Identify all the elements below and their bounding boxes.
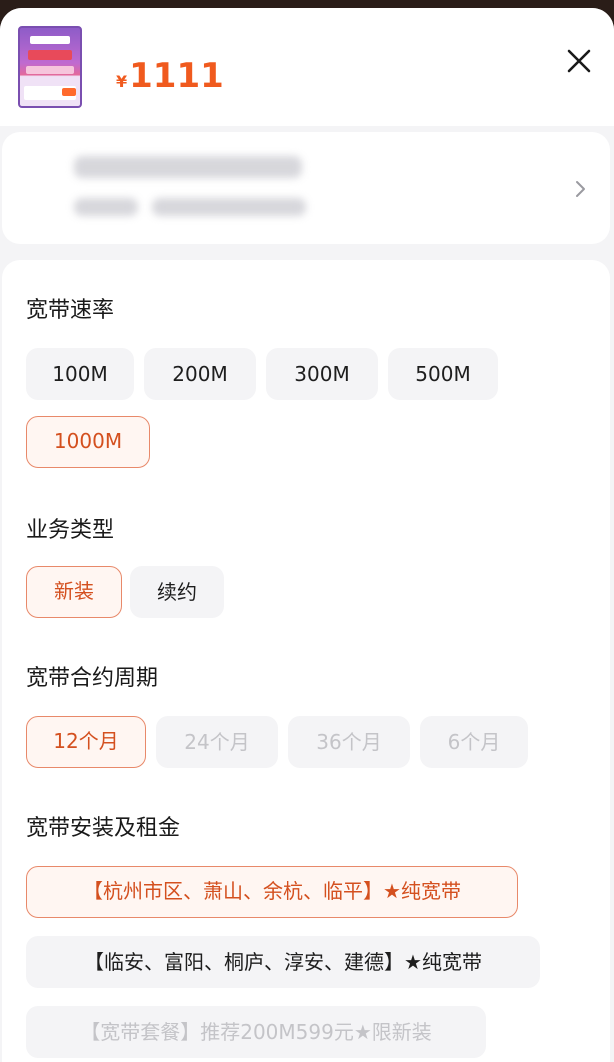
contract-option-36m[interactable]: 36个月 bbox=[288, 716, 410, 768]
chevron-right-icon bbox=[576, 181, 585, 197]
product-thumbnail bbox=[18, 26, 82, 108]
address-line-blurred bbox=[74, 156, 302, 178]
options-panel: 宽带速率 100M 200M 300M 500M 1000M 业务类型 新装 续… bbox=[2, 260, 610, 1062]
price: ¥ 1111 bbox=[116, 56, 224, 96]
speed-option-100m[interactable]: 100M bbox=[26, 348, 134, 400]
business-option-renew[interactable]: 续约 bbox=[130, 566, 224, 618]
product-options-sheet: ¥ 1111 宽带速率 100M 200M 300M 500M 1000M 业务… bbox=[0, 8, 614, 1062]
address-card[interactable] bbox=[2, 132, 610, 330]
price-currency: ¥ bbox=[116, 72, 128, 91]
contract-option-6m[interactable]: 6个月 bbox=[420, 716, 528, 768]
install-option-linan-fuyang[interactable]: 【临安、富阳、桐庐、淳安、建德】★纯宽带 bbox=[26, 936, 540, 988]
speed-option-200m[interactable]: 200M bbox=[144, 348, 256, 400]
install-option-hangzhou-urban[interactable]: 【杭州市区、萧山、余杭、临平】★纯宽带 bbox=[26, 866, 518, 918]
contract-option-12m[interactable]: 12个月 bbox=[26, 716, 146, 768]
contact-name-blurred bbox=[74, 198, 138, 216]
install-rent-title: 宽带安装及租金 bbox=[26, 816, 181, 841]
speed-title: 宽带速率 bbox=[26, 298, 115, 323]
close-icon[interactable] bbox=[566, 48, 592, 74]
business-type-title: 业务类型 bbox=[26, 518, 115, 543]
contract-option-24m[interactable]: 24个月 bbox=[156, 716, 278, 768]
speed-option-300m[interactable]: 300M bbox=[266, 348, 378, 400]
speed-option-1000m[interactable]: 1000M bbox=[26, 416, 150, 468]
business-option-new[interactable]: 新装 bbox=[26, 566, 122, 618]
contract-period-title: 宽带合约周期 bbox=[26, 666, 159, 691]
install-option-broadband-package[interactable]: 【宽带套餐】推荐200M599元★限新装 bbox=[26, 1006, 486, 1058]
speed-option-500m[interactable]: 500M bbox=[388, 348, 498, 400]
contact-phone-blurred bbox=[152, 198, 306, 216]
price-amount: 1111 bbox=[129, 56, 224, 96]
sheet-header: ¥ 1111 bbox=[0, 8, 614, 126]
